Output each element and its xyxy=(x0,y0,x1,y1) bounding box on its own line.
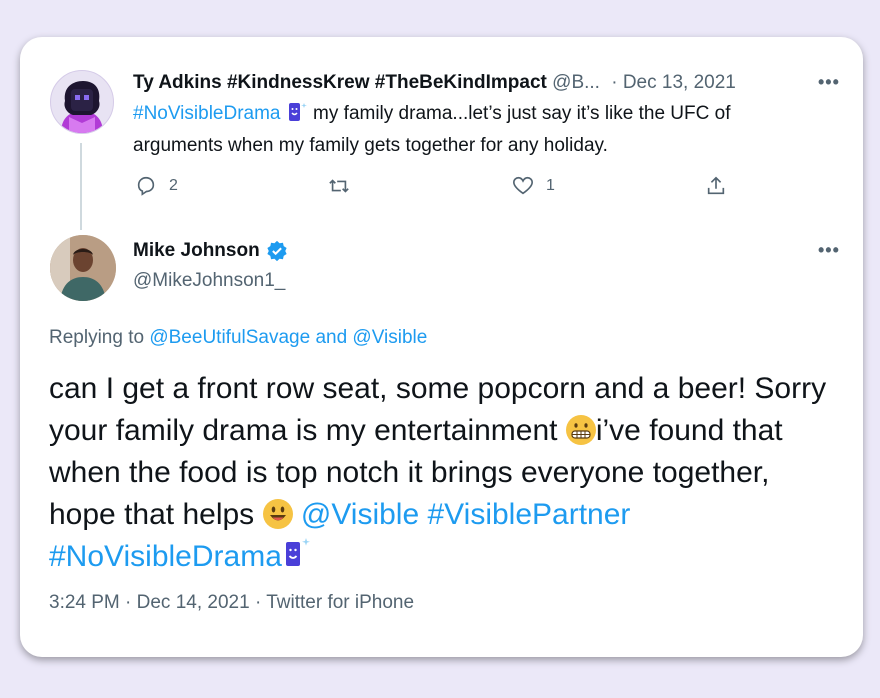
like-icon xyxy=(513,176,533,195)
tweet1-text: #NoVisibleDrama my family drama...let’s … xyxy=(133,100,813,160)
retweet-button[interactable] xyxy=(328,175,350,197)
tweet2-text: can I get a front row seat, some popcorn… xyxy=(49,368,829,582)
more-options-icon[interactable]: ••• xyxy=(818,72,840,93)
avatar-mike-johnson[interactable] xyxy=(50,235,116,301)
visible-phone-icon xyxy=(282,536,312,582)
reply-button[interactable]: 2 xyxy=(135,175,178,197)
share-icon xyxy=(707,176,725,195)
share-button[interactable] xyxy=(705,175,727,197)
tweet2-author-name[interactable]: Mike Johnson xyxy=(133,240,260,262)
tweet1-date[interactable]: · Dec 13, 2021 xyxy=(611,72,736,93)
tweet2-meta: 3:24 PM · Dec 14, 2021 · Twitter for iPh… xyxy=(49,592,415,613)
tweet1-author-name[interactable]: Ty Adkins #KindnessKrew #TheBeKindImpact xyxy=(133,72,547,93)
replying-users-link[interactable]: @BeeUtifulSavage and @Visible xyxy=(149,327,427,348)
like-button[interactable]: 1 xyxy=(512,175,555,197)
tweet2-handle[interactable]: @MikeJohnson1_ xyxy=(133,270,285,292)
tweet1-header: Ty Adkins #KindnessKrew #TheBeKindImpact… xyxy=(133,72,736,94)
mention-visible[interactable]: @Visible xyxy=(301,498,419,531)
like-count: 1 xyxy=(546,177,555,194)
avatar-ty-adkins[interactable] xyxy=(50,70,114,134)
retweet-icon xyxy=(329,179,349,193)
verified-badge-icon xyxy=(267,240,287,262)
replying-prefix: Replying to xyxy=(49,327,150,348)
visible-phone-icon xyxy=(286,101,308,132)
tweet2-author: Mike Johnson xyxy=(133,240,288,262)
smiley-emoji-icon xyxy=(262,499,293,529)
thread-connector-line xyxy=(80,143,82,230)
grimacing-emoji-icon xyxy=(565,415,596,445)
reply-icon xyxy=(137,176,155,196)
replying-to: Replying to @BeeUtifulSavage and @Visibl… xyxy=(49,327,427,349)
tweet1-handle[interactable]: @B... xyxy=(552,72,600,93)
more-options-icon[interactable]: ••• xyxy=(818,240,840,261)
hashtag-novisibledrama[interactable]: #NoVisibleDrama xyxy=(133,103,281,124)
reply-count: 2 xyxy=(169,177,178,194)
